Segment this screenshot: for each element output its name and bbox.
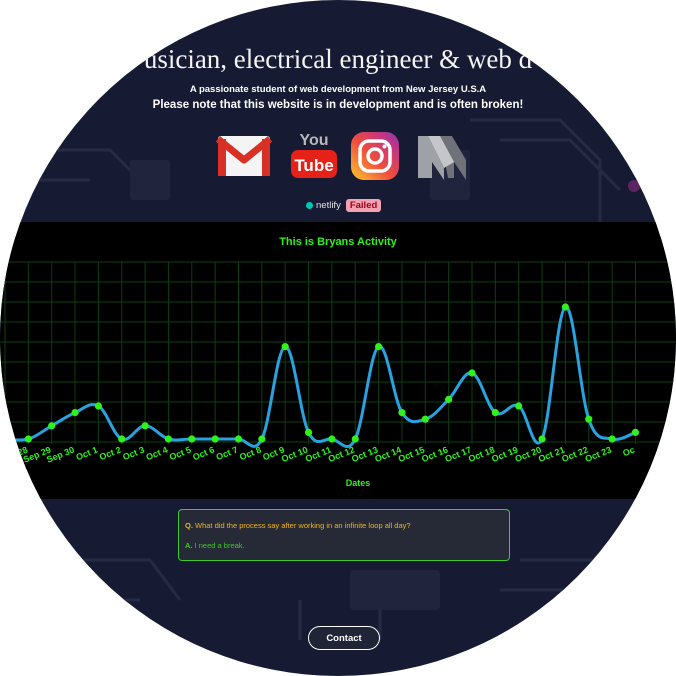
medium-icon[interactable] [414,130,470,182]
data-point [375,343,383,351]
answer-prefix: A. [185,541,193,550]
data-point [328,435,336,443]
gmail-icon[interactable] [215,130,273,182]
x-tick-label: Oc [621,445,636,459]
data-point [281,343,289,351]
data-point [561,303,570,311]
data-point [491,409,499,417]
activity-chart: 7Sep 28Sep 29Sep 30Oct 1Oct 2Oct 3Oct 4O… [0,261,676,488]
data-point [71,409,79,417]
instagram-icon[interactable] [348,130,404,182]
x-tick-label: Oct 6 [191,445,216,463]
data-point [468,369,476,377]
data-point [258,435,266,443]
data-point [398,409,406,417]
activity-series-line [4,305,636,449]
netlify-status-badge[interactable]: netlify Failed [306,197,382,213]
question-prefix: Q. [185,521,193,530]
answer-line: A. I need a break. [185,541,245,550]
data-point [1,435,9,443]
answer-text: I need a break. [194,541,245,550]
youtube-you-text: You [299,132,328,149]
data-point [608,435,616,443]
youtube-tube-text: Tube [294,156,333,175]
deploy-status: Failed [345,198,382,212]
data-point [234,435,243,443]
contact-button[interactable]: Contact [308,626,380,650]
data-point [515,402,523,410]
data-point [48,422,56,430]
x-tick-label: Oct 2 [98,445,123,463]
data-point [94,402,102,410]
data-point [538,435,546,443]
page-viewport: usician, electrical engineer & web d A p… [0,0,676,676]
data-point [141,422,149,430]
netlify-icon [306,201,313,209]
question-line: Q. What did the process say after workin… [185,521,411,530]
x-tick-label: Oct 23 [584,445,613,465]
x-axis-label: Dates [346,478,371,488]
x-tick-label: Oct 7 [215,445,240,463]
data-point [24,435,32,443]
question-text: What did the process say after working i… [195,521,411,530]
data-point [304,428,313,436]
data-point [211,435,219,443]
page-subtitle: A passionate student of web development … [189,84,487,95]
data-point [631,428,640,436]
data-point [445,395,453,403]
page-title: usician, electrical engineer & web d [143,44,533,74]
data-point [188,435,196,443]
data-point [351,435,359,443]
data-point [421,415,429,423]
data-point [118,435,126,443]
qa-joke-box: Q. What did the process say after workin… [178,509,510,561]
x-tick-label: Oct 1 [75,445,100,463]
x-tick-label: Oct 5 [168,445,193,463]
youtube-icon[interactable]: You Tube [286,130,342,182]
x-tick-label: Oct 4 [145,445,170,463]
x-tick-label: Oct 3 [121,445,146,463]
data-point [164,435,173,443]
x-tick-label: Oct 8 [238,445,263,463]
netlify-label: netlify [316,199,341,211]
development-notice: Please note that this website is in deve… [152,99,524,111]
data-point [585,415,593,423]
